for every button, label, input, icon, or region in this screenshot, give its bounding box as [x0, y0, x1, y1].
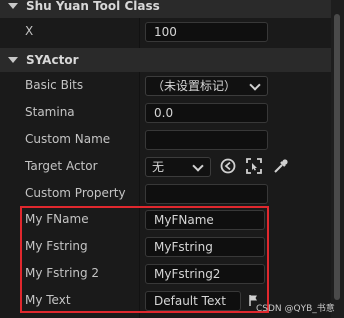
property-label: Target Actor	[25, 159, 98, 173]
property-row-custom-property: Custom Property	[0, 180, 331, 207]
category-title: Shu Yuan Tool Class	[26, 0, 160, 13]
vertical-scrollbar[interactable]	[331, 0, 344, 318]
chevron-down-icon	[192, 160, 204, 172]
property-label: X	[25, 24, 34, 38]
custom-name-field[interactable]	[145, 130, 268, 150]
category-title: SYActor	[26, 53, 79, 67]
dropdown-value: 无	[152, 160, 165, 174]
stamina-value-field[interactable]: 0.0	[145, 103, 268, 123]
property-row-custom-name: Custom Name	[0, 126, 331, 153]
eyedropper-icon[interactable]	[272, 157, 290, 175]
property-label: Custom Name	[25, 132, 111, 146]
watermark-text: CSDN @QYB_书意	[256, 304, 335, 314]
highlight-box	[20, 206, 269, 313]
category-header-actor[interactable]: SYActor	[0, 48, 331, 72]
custom-property-field[interactable]	[145, 184, 268, 204]
basic-bits-dropdown[interactable]: （未设置标记）	[145, 76, 268, 96]
select-in-viewport-icon[interactable]	[245, 157, 263, 175]
collapse-triangle-icon[interactable]	[8, 3, 18, 9]
target-actor-dropdown[interactable]: 无	[145, 157, 211, 177]
browse-arrow-icon[interactable]	[219, 157, 237, 175]
category-header-tool-class[interactable]: Shu Yuan Tool Class	[0, 0, 331, 18]
property-label: Basic Bits	[25, 78, 84, 92]
property-row-stamina: Stamina 0.0	[0, 99, 331, 126]
property-row-basic-bits: Basic Bits （未设置标记）	[0, 72, 331, 99]
property-label: Stamina	[25, 105, 75, 119]
dropdown-value: （未设置标记）	[152, 79, 237, 93]
collapse-triangle-icon[interactable]	[8, 57, 18, 63]
scrollbar-thumb[interactable]	[334, 14, 340, 300]
details-panel: Shu Yuan Tool Class X 100 SYActor Basic …	[0, 0, 331, 318]
x-value-field[interactable]: 100	[145, 22, 268, 42]
property-label: Custom Property	[25, 186, 126, 200]
property-row-x: X 100	[0, 18, 331, 45]
property-row-target-actor: Target Actor 无	[0, 153, 331, 180]
chevron-down-icon	[249, 79, 261, 91]
